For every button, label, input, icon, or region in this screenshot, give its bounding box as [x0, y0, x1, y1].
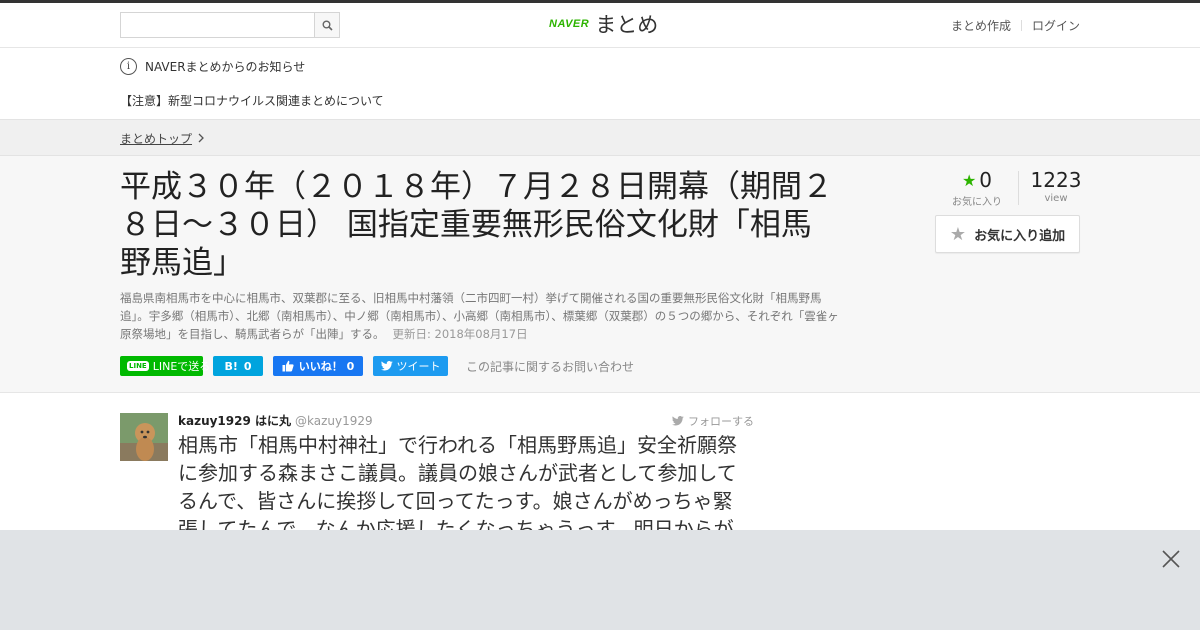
line-share-button[interactable]: LINE LINEで送る — [120, 356, 210, 376]
avatar-image — [120, 413, 168, 461]
stats-divider — [1018, 171, 1019, 205]
share-row: LINE LINEで送る B! 0 いいね！ 0 ツイート この記事に関するお問… — [120, 356, 634, 376]
add-favorite-label: お気に入り追加 — [974, 228, 1066, 244]
article-title: 平成３０年（２０１８年）７月２８日開幕（期間２８日～３０日） 国指定重要無形民俗… — [120, 169, 833, 281]
notice-section: i NAVERまとめからのお知らせ 【注意】新型コロナウイルス関連まとめについて — [0, 48, 1200, 119]
facebook-like-button[interactable]: いいね！ 0 — [273, 356, 363, 376]
views-label: view — [1044, 193, 1068, 204]
site-logo[interactable]: NAVER まとめ — [549, 9, 658, 39]
article-header: 平成３０年（２０１８年）７月２８日開幕（期間２８日～３０日） 国指定重要無形民俗… — [0, 156, 1200, 393]
avatar[interactable] — [120, 413, 168, 461]
breadcrumb-home-link[interactable]: まとめトップ — [120, 130, 192, 147]
tweet-author[interactable]: kazuy1929 はに丸 @kazuy1929 — [178, 412, 373, 429]
hatena-count: 0 — [243, 359, 252, 373]
updated-date: 更新日: 2018年08月17日 — [392, 327, 528, 341]
search-button[interactable] — [314, 13, 339, 37]
close-icon — [1162, 550, 1180, 568]
tweet-author-handle: @kazuy1929 — [295, 414, 373, 428]
logo-product: まとめ — [595, 13, 659, 37]
twitter-bird-icon — [380, 361, 393, 371]
follow-button[interactable]: フォローする — [672, 413, 754, 429]
hatena-bookmark-button[interactable]: B! 0 — [213, 356, 263, 376]
notice-heading: NAVERまとめからのお知らせ — [145, 60, 306, 74]
add-favorite-button[interactable]: ★ お気に入り追加 — [935, 215, 1080, 253]
follow-label: フォローする — [688, 415, 754, 428]
line-icon: LINE — [127, 361, 149, 371]
tweet-text: 相馬市「相馬中村神社」で行われる「相馬野馬追」安全祈願祭に参加する森まさこ議員。… — [178, 433, 737, 541]
inquiry-link[interactable]: この記事に関するお問い合わせ — [466, 358, 634, 375]
article-stats: ★ 0 お気に入り 1223 view — [935, 168, 1081, 208]
login-link[interactable]: ログイン — [1032, 17, 1080, 34]
view-count: 1223 — [1030, 168, 1082, 192]
favorites-label: お気に入り — [952, 197, 1002, 208]
chevron-right-icon — [198, 132, 205, 146]
ad-overlay — [0, 530, 1200, 630]
create-matome-link[interactable]: まとめ作成 — [951, 17, 1011, 34]
tweet-button[interactable]: ツイート — [373, 356, 448, 376]
views-stat: 1223 view — [1027, 168, 1085, 204]
twitter-bird-icon — [672, 416, 684, 426]
notice-heading-row[interactable]: i NAVERまとめからのお知らせ — [120, 58, 305, 75]
tweet-label: ツイート — [396, 360, 441, 373]
site-header: NAVER まとめ まとめ作成 ログイン — [0, 3, 1200, 48]
star-icon: ★ — [961, 170, 977, 190]
line-share-label: LINEで送る — [152, 360, 211, 373]
notice-item[interactable]: 【注意】新型コロナウイルス関連まとめについて — [120, 92, 384, 109]
hatena-icon: B! — [224, 359, 238, 373]
info-icon: i — [120, 58, 137, 75]
breadcrumb: まとめトップ — [120, 130, 205, 147]
favorites-number-row: ★ 0 — [952, 168, 1002, 192]
facebook-like-label: いいね！ 0 — [298, 360, 355, 373]
search-box — [120, 12, 340, 38]
logo-brand: NAVER — [549, 18, 590, 30]
favorites-count: 0 — [979, 168, 993, 192]
favorites-stat: ★ 0 お気に入り — [952, 168, 1002, 208]
nav-divider — [1020, 20, 1022, 31]
article-description: 福島県南相馬市を中心に相馬市、双葉郡に至る、旧相馬中村藩領（二市四町一村）挙げて… — [120, 289, 842, 343]
search-icon — [322, 20, 333, 31]
search-input[interactable] — [121, 13, 315, 37]
close-ad-button[interactable] — [1160, 548, 1182, 570]
breadcrumb-bar: まとめトップ — [0, 119, 1200, 156]
star-icon: ★ — [949, 223, 967, 245]
header-nav: まとめ作成 ログイン — [951, 17, 1080, 34]
tweet-author-name: kazuy1929 はに丸 — [178, 414, 292, 428]
thumbs-up-icon — [282, 360, 294, 372]
